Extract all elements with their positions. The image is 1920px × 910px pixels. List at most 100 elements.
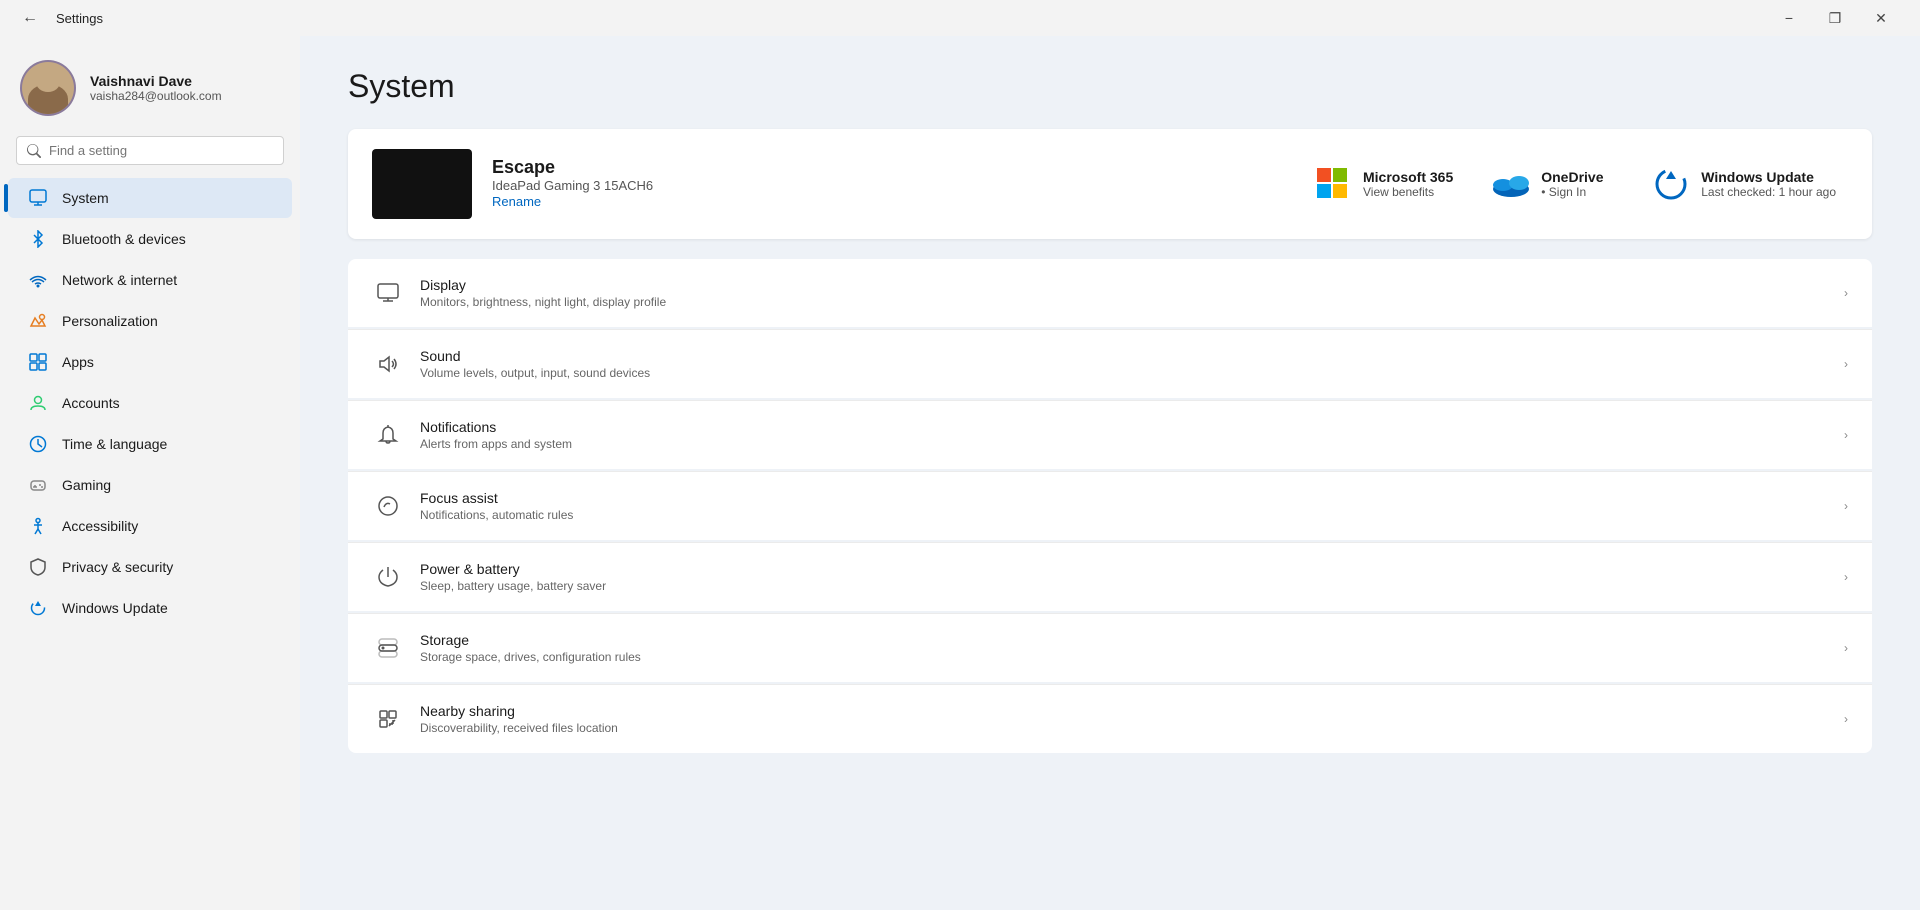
storage-icon	[372, 632, 404, 664]
sidebar-item-personalization[interactable]: Personalization	[8, 301, 292, 341]
sidebar-item-label-personalization: Personalization	[62, 313, 158, 329]
ms365-logo-svg	[1317, 168, 1349, 200]
page-title: System	[348, 68, 1872, 105]
sidebar-item-accessibility[interactable]: Accessibility	[8, 506, 292, 546]
nearby-icon	[372, 703, 404, 735]
sidebar-item-accounts[interactable]: Accounts	[8, 383, 292, 423]
close-button[interactable]: ✕	[1858, 2, 1904, 34]
search-input[interactable]	[49, 143, 273, 158]
settings-item-storage[interactable]: Storage Storage space, drives, configura…	[348, 613, 1872, 682]
avatar	[20, 60, 76, 116]
nearby-arrow: ›	[1844, 712, 1848, 726]
sidebar-item-label-accounts: Accounts	[62, 395, 120, 411]
settings-item-nearby[interactable]: Nearby sharing Discoverability, received…	[348, 684, 1872, 753]
sidebar-item-system[interactable]: System	[8, 178, 292, 218]
device-info: Escape IdeaPad Gaming 3 15ACH6 Rename	[492, 157, 653, 211]
display-icon	[372, 277, 404, 309]
nearby-description: Discoverability, received files location	[420, 721, 1828, 735]
time-icon	[28, 434, 48, 454]
rename-link[interactable]: Rename	[492, 194, 541, 209]
accounts-icon	[28, 393, 48, 413]
winupdate-detail: Last checked: 1 hour ago	[1701, 185, 1836, 199]
nav-items: System Bluetooth & devices Network & int…	[0, 177, 300, 629]
display-arrow: ›	[1844, 286, 1848, 300]
sidebar-item-label-network: Network & internet	[62, 272, 177, 288]
user-profile[interactable]: Vaishnavi Dave vaisha284@outlook.com	[0, 48, 300, 136]
sound-text: Sound Volume levels, output, input, soun…	[420, 348, 1828, 380]
system-icon	[28, 188, 48, 208]
focus-icon	[372, 490, 404, 522]
onedrive-svg	[1493, 171, 1529, 197]
privacy-icon	[28, 557, 48, 577]
display-text: Display Monitors, brightness, night ligh…	[420, 277, 1828, 309]
sidebar-item-gaming[interactable]: Gaming	[8, 465, 292, 505]
focus-text: Focus assist Notifications, automatic ru…	[420, 490, 1828, 522]
service-winupdate[interactable]: Windows Update Last checked: 1 hour ago	[1633, 150, 1856, 218]
sidebar-item-update[interactable]: Windows Update	[8, 588, 292, 628]
notifications-title: Notifications	[420, 419, 1828, 435]
app-title: Settings	[56, 11, 103, 26]
title-bar: ← Settings − ❐ ✕	[0, 0, 1920, 36]
notifications-icon	[372, 419, 404, 451]
settings-item-notifications[interactable]: Notifications Alerts from apps and syste…	[348, 400, 1872, 469]
sidebar-item-network[interactable]: Network & internet	[8, 260, 292, 300]
power-icon	[372, 561, 404, 593]
settings-item-sound[interactable]: Sound Volume levels, output, input, soun…	[348, 329, 1872, 398]
settings-item-display[interactable]: Display Monitors, brightness, night ligh…	[348, 259, 1872, 327]
user-name: Vaishnavi Dave	[90, 73, 222, 89]
settings-item-power[interactable]: Power & battery Sleep, battery usage, ba…	[348, 542, 1872, 611]
gaming-icon	[28, 475, 48, 495]
bluetooth-icon	[28, 229, 48, 249]
service-ms365[interactable]: Microsoft 365 View benefits	[1295, 150, 1473, 218]
notifications-arrow: ›	[1844, 428, 1848, 442]
sidebar-item-label-gaming: Gaming	[62, 477, 111, 493]
service-onedrive[interactable]: OneDrive • Sign In	[1473, 150, 1633, 218]
notifications-description: Alerts from apps and system	[420, 437, 1828, 451]
storage-title: Storage	[420, 632, 1828, 648]
restore-button[interactable]: ❐	[1812, 2, 1858, 34]
sidebar-item-privacy[interactable]: Privacy & security	[8, 547, 292, 587]
search-box[interactable]	[16, 136, 284, 165]
back-button[interactable]: ←	[16, 4, 44, 32]
power-text: Power & battery Sleep, battery usage, ba…	[420, 561, 1828, 593]
sidebar-item-label-bluetooth: Bluetooth & devices	[62, 231, 186, 247]
nearby-title: Nearby sharing	[420, 703, 1828, 719]
focus-arrow: ›	[1844, 499, 1848, 513]
user-email: vaisha284@outlook.com	[90, 89, 222, 103]
power-description: Sleep, battery usage, battery saver	[420, 579, 1828, 593]
device-name: Escape	[492, 157, 653, 178]
device-card: Escape IdeaPad Gaming 3 15ACH6 Rename	[348, 129, 1279, 239]
storage-arrow: ›	[1844, 641, 1848, 655]
minimize-button[interactable]: −	[1766, 2, 1812, 34]
onedrive-name: OneDrive	[1541, 169, 1603, 185]
ms365-icon	[1315, 166, 1351, 202]
sound-arrow: ›	[1844, 357, 1848, 371]
window-controls: − ❐ ✕	[1766, 2, 1904, 34]
sidebar-item-label-apps: Apps	[62, 354, 94, 370]
sidebar-item-time[interactable]: Time & language	[8, 424, 292, 464]
nearby-text: Nearby sharing Discoverability, received…	[420, 703, 1828, 735]
sound-description: Volume levels, output, input, sound devi…	[420, 366, 1828, 380]
winupdate-svg	[1654, 167, 1688, 201]
search-icon	[27, 144, 41, 158]
display-title: Display	[420, 277, 1828, 293]
focus-title: Focus assist	[420, 490, 1828, 506]
storage-text: Storage Storage space, drives, configura…	[420, 632, 1828, 664]
sidebar-item-bluetooth[interactable]: Bluetooth & devices	[8, 219, 292, 259]
sidebar-item-apps[interactable]: Apps	[8, 342, 292, 382]
winupdate-icon	[1653, 166, 1689, 202]
focus-description: Notifications, automatic rules	[420, 508, 1828, 522]
onedrive-icon	[1493, 166, 1529, 202]
service-cards: Microsoft 365 View benefits OneDr	[1279, 129, 1872, 239]
power-title: Power & battery	[420, 561, 1828, 577]
sidebar-item-label-update: Windows Update	[62, 600, 168, 616]
onedrive-detail: • Sign In	[1541, 185, 1603, 199]
sidebar: Vaishnavi Dave vaisha284@outlook.com Sys…	[0, 36, 300, 910]
settings-item-focus[interactable]: Focus assist Notifications, automatic ru…	[348, 471, 1872, 540]
main-content: System Escape IdeaPad Gaming 3 15ACH6 Re…	[300, 36, 1920, 910]
settings-list: Display Monitors, brightness, night ligh…	[348, 259, 1872, 753]
update-icon	[28, 598, 48, 618]
sidebar-item-label-system: System	[62, 190, 109, 206]
device-image	[372, 149, 472, 219]
notifications-text: Notifications Alerts from apps and syste…	[420, 419, 1828, 451]
